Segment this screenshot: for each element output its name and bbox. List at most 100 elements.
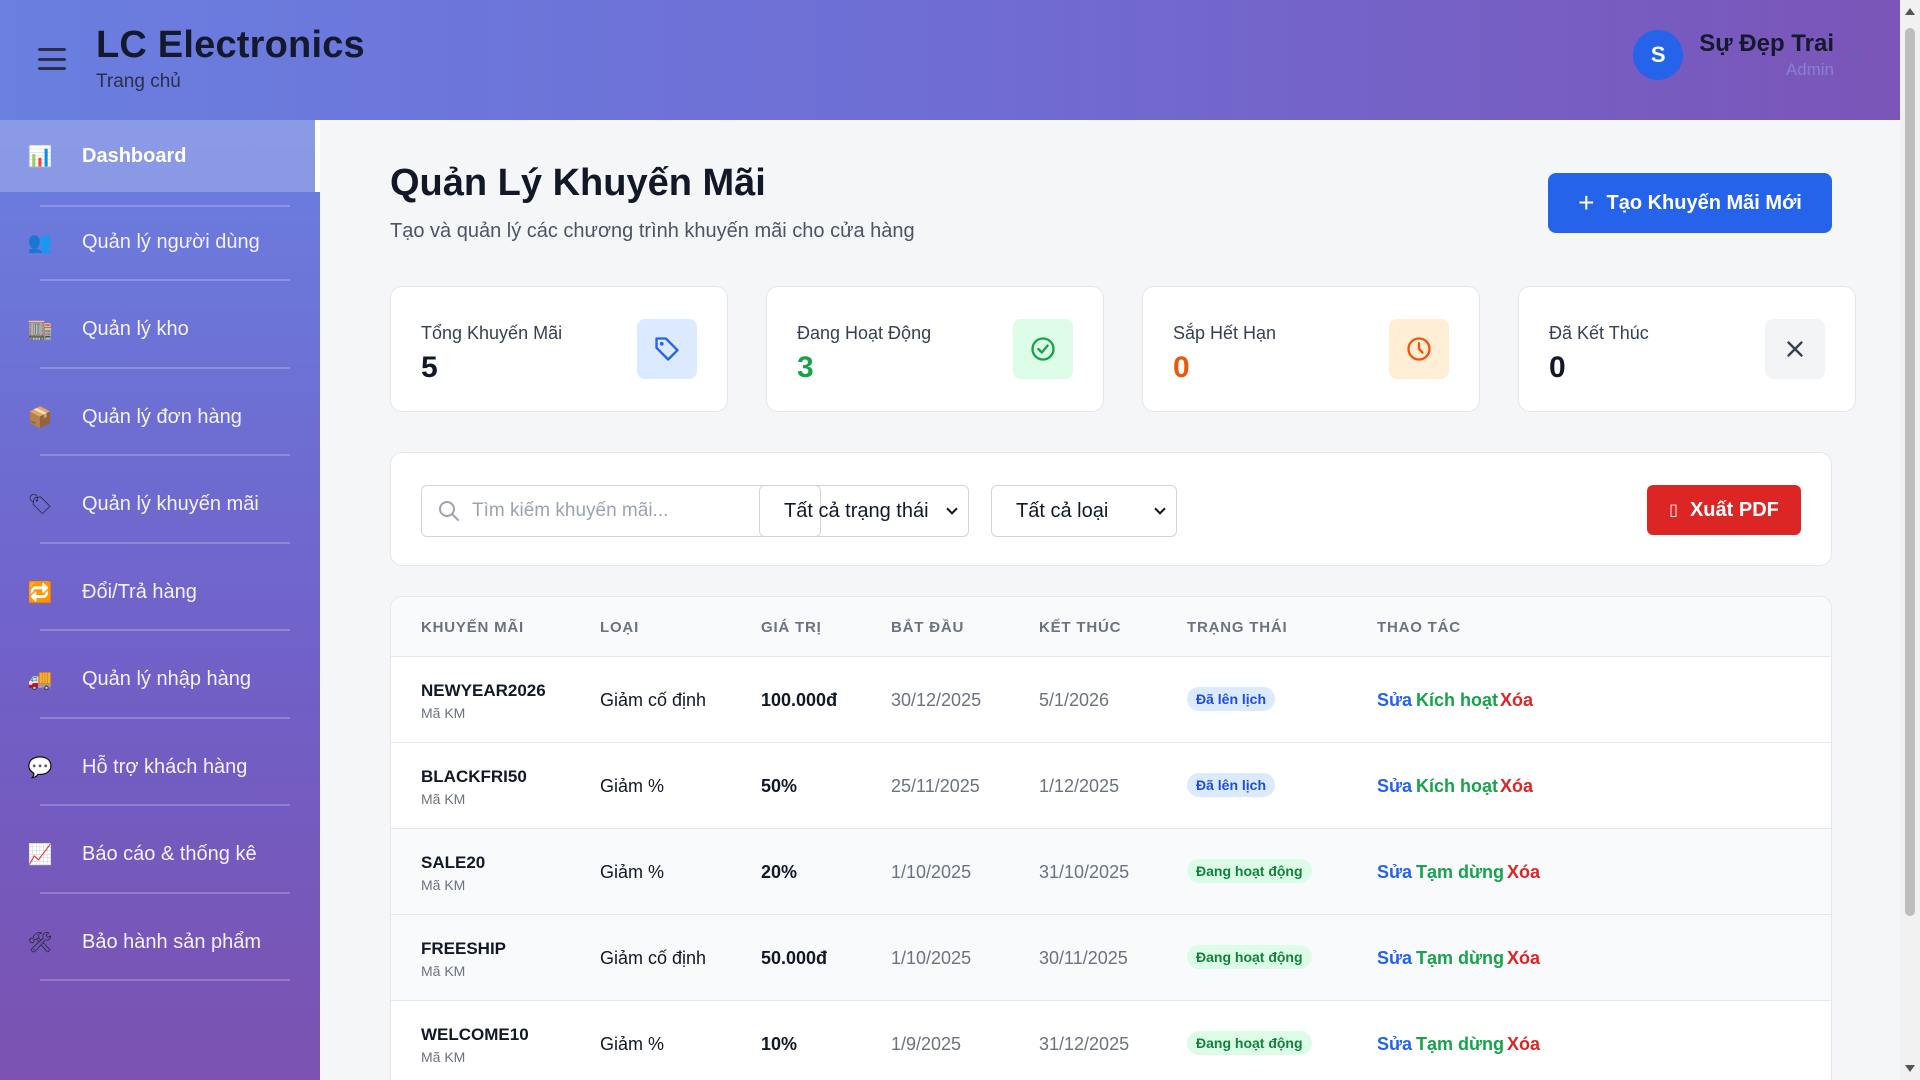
promo-end-date: 31/12/2025	[1039, 1034, 1130, 1054]
promo-value: 50.000đ	[761, 948, 828, 968]
truck-icon: 🚚	[27, 669, 53, 691]
delete-button[interactable]: Xóa	[1507, 948, 1540, 969]
sidebar-divider	[40, 804, 290, 806]
column-header: KẾT THÚC	[1039, 619, 1122, 636]
plus-icon: +	[1578, 187, 1595, 218]
filter-bar: Tất cả trạng thái Tất cả loại ▯ Xuất PDF	[390, 452, 1832, 566]
sidebar: 📊 Dashboard 👥 Quản lý người dùng 🏬 Quản lý kh…	[0, 120, 320, 1080]
warehouse-icon: 🏬	[27, 319, 53, 341]
sidebar-item-0[interactable]: 📊 Dashboard	[0, 120, 320, 192]
sidebar-item-6[interactable]: 🚚 Quản lý nhập hàng	[0, 644, 320, 716]
sidebar-item-3[interactable]: 📦 Quản lý đơn hàng	[0, 381, 320, 453]
sidebar-item-1[interactable]: 👥 Quản lý người dùng	[0, 206, 320, 278]
promo-end-date: 1/12/2025	[1039, 776, 1120, 796]
tag-icon: 🏷	[27, 494, 53, 516]
activate-button[interactable]: Kích hoạt	[1416, 776, 1498, 797]
status-filter-value: Tất cả trạng thái	[784, 499, 929, 522]
stat-card: Tổng Khuyến Mãi 5	[390, 286, 728, 412]
user-role: Admin	[1785, 60, 1834, 79]
promo-start-date: 1/9/2025	[891, 1034, 962, 1054]
column-header: THAO TÁC	[1377, 619, 1461, 636]
table-row: WELCOME10 Mã KM Giảm % 10% 1/9/2025 31/12/202…	[391, 1001, 1831, 1080]
edit-button[interactable]: Sửa	[1377, 948, 1412, 969]
sidebar-item-4[interactable]: 🏷 Quản lý khuyến mãi	[0, 469, 320, 541]
table-row: NEWYEAR2026 Mã KM Giảm cố định 100.000đ 30/1…	[391, 657, 1831, 743]
close-icon	[1765, 319, 1825, 379]
promo-start-date: 30/12/2025	[891, 690, 982, 710]
avatar[interactable]: S	[1633, 30, 1684, 80]
sidebar-item-label: Hỗ trợ khách hàng	[82, 755, 248, 778]
search-input[interactable]	[472, 500, 802, 522]
column-header: KHUYẾN MÃI	[421, 619, 525, 636]
edit-button[interactable]: Sửa	[1377, 690, 1412, 711]
status-badge: Đã lên lịch	[1187, 773, 1276, 797]
sidebar-item-label: Dashboard	[82, 144, 187, 167]
top-header: LC Electronics Trang chủ S Sự Đẹp Trai A…	[0, 0, 1900, 120]
promo-code: WELCOME10	[421, 1025, 529, 1044]
create-promotion-label: Tạo Khuyến Mãi Mới	[1606, 191, 1802, 214]
users-icon: 👥	[27, 231, 53, 254]
stat-value: 5	[421, 351, 438, 384]
sidebar-item-label: Quản lý đơn hàng	[82, 405, 242, 428]
delete-button[interactable]: Xóa	[1500, 690, 1533, 711]
stat-value: 3	[797, 351, 814, 384]
delete-button[interactable]: Xóa	[1500, 776, 1533, 797]
chevron-down-icon[interactable]	[1845, 43, 1863, 61]
type-filter-value: Tất cả loại	[1016, 499, 1109, 522]
sidebar-item-label: Báo cáo & thống kê	[82, 843, 257, 865]
status-filter-select[interactable]: Tất cả trạng thái	[759, 485, 969, 537]
delete-button[interactable]: Xóa	[1507, 862, 1540, 883]
promo-value: 100.000đ	[761, 690, 838, 710]
export-pdf-label: Xuất PDF	[1689, 498, 1779, 521]
promo-code: NEWYEAR2026	[421, 681, 546, 700]
sidebar-item-9[interactable]: 🛠 Bảo hành sản phẩm	[0, 906, 320, 978]
brand-title[interactable]: LC Electronics	[96, 24, 365, 67]
stat-card: Đang Hoạt Động 3	[766, 286, 1104, 412]
chevron-down-icon	[946, 503, 958, 515]
column-header: LOẠI	[600, 619, 640, 636]
status-badge: Đang hoạt động	[1187, 1031, 1312, 1055]
sidebar-divider	[40, 279, 290, 281]
sidebar-item-7[interactable]: 💬 Hỗ trợ khách hàng	[0, 731, 320, 803]
user-info: Sự Đẹp Trai Admin	[1699, 30, 1834, 80]
pause-button[interactable]: Tạm dừng	[1416, 948, 1504, 969]
edit-button[interactable]: Sửa	[1377, 862, 1412, 883]
promo-code-label: Mã KM	[421, 963, 466, 979]
promo-type: Giảm %	[600, 776, 665, 796]
export-pdf-button[interactable]: ▯ Xuất PDF	[1647, 485, 1801, 535]
stat-label: Đang Hoạt Động	[797, 323, 932, 343]
sidebar-item-8[interactable]: 📈 Báo cáo & thống kê	[0, 819, 320, 891]
stat-label: Tổng Khuyến Mãi	[421, 323, 563, 343]
pause-button[interactable]: Tạm dừng	[1416, 862, 1504, 883]
sidebar-item-5[interactable]: 🔁 Đổi/Trả hàng	[0, 556, 320, 628]
delete-button[interactable]: Xóa	[1507, 1034, 1540, 1055]
type-filter-select[interactable]: Tất cả loại	[991, 485, 1177, 537]
promo-type: Giảm %	[600, 1034, 665, 1054]
sidebar-item-2[interactable]: 🏬 Quản lý kho	[0, 294, 320, 366]
scroll-down-icon[interactable]	[1905, 1065, 1915, 1072]
edit-button[interactable]: Sửa	[1377, 1034, 1412, 1055]
promo-type: Giảm cố định	[600, 948, 707, 968]
promo-type: Giảm %	[600, 862, 665, 882]
promo-value: 50%	[761, 776, 798, 796]
scroll-thumb[interactable]	[1905, 28, 1915, 916]
promo-end-date: 5/1/2026	[1039, 690, 1110, 710]
sidebar-item-label: Đổi/Trả hàng	[82, 580, 197, 603]
clock-icon	[1389, 319, 1449, 379]
activate-button[interactable]: Kích hoạt	[1416, 690, 1498, 711]
status-badge: Đã lên lịch	[1187, 687, 1276, 711]
sidebar-item-label: Bảo hành sản phẩm	[82, 930, 262, 953]
stat-card: Sắp Hết Hạn 0	[1142, 286, 1480, 412]
column-header: TRẠNG THÁI	[1187, 619, 1288, 636]
user-menu[interactable]: S Sự Đẹp Trai Admin	[1633, 30, 1863, 80]
create-promotion-button[interactable]: + Tạo Khuyến Mãi Mới	[1548, 173, 1832, 233]
edit-button[interactable]: Sửa	[1377, 776, 1412, 797]
status-badge: Đang hoạt động	[1187, 859, 1312, 883]
scrollbar[interactable]	[1900, 0, 1920, 1080]
search-icon	[439, 501, 459, 521]
menu-icon[interactable]	[38, 48, 66, 70]
sidebar-divider	[40, 716, 290, 719]
check-circle-icon	[1013, 319, 1073, 379]
scroll-up-icon[interactable]	[1905, 8, 1915, 15]
pause-button[interactable]: Tạm dừng	[1416, 1034, 1504, 1055]
